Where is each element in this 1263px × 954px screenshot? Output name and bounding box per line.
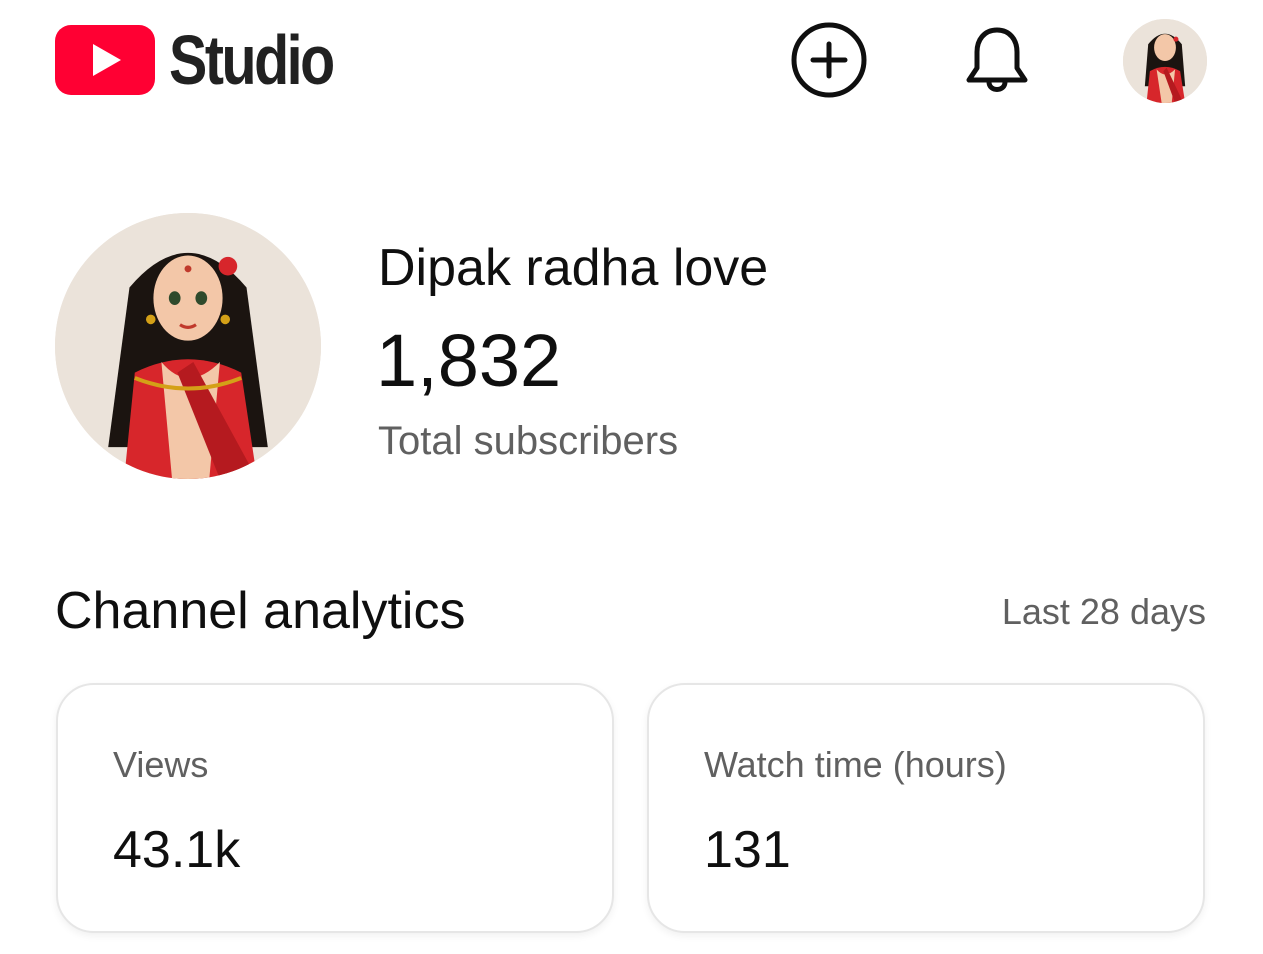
views-value: 43.1k [113, 821, 241, 879]
channel-avatar-illustration [55, 213, 321, 479]
studio-wordmark: Studio [169, 21, 335, 99]
channel-name: Dipak radha love [378, 239, 769, 297]
watch-time-value: 131 [704, 821, 791, 879]
avatar-illustration [1123, 19, 1207, 103]
analytics-period: Last 28 days [1001, 591, 1206, 632]
channel-avatar[interactable] [55, 213, 321, 479]
channel-analytics-title: Channel analytics [55, 582, 466, 640]
views-card[interactable]: Views 43.1k [56, 683, 614, 933]
views-label: Views [113, 744, 209, 785]
notification-bell-icon [966, 27, 1028, 92]
youtube-play-icon [55, 25, 155, 95]
watch-time-label: Watch time (hours) [704, 744, 1007, 785]
notifications-button[interactable] [957, 20, 1037, 100]
create-plus-icon [791, 22, 867, 98]
studio-dashboard: Studio Dipak radha love 1,832 Total subs… [0, 0, 1263, 954]
create-button[interactable] [789, 20, 869, 100]
watch-time-card[interactable]: Watch time (hours) 131 [647, 683, 1205, 933]
top-app-bar: Studio [0, 0, 1263, 120]
subscriber-label: Total subscribers [378, 419, 679, 463]
subscriber-count: 1,832 [376, 319, 562, 402]
studio-logo[interactable]: Studio [55, 24, 369, 96]
account-avatar[interactable] [1123, 19, 1207, 103]
